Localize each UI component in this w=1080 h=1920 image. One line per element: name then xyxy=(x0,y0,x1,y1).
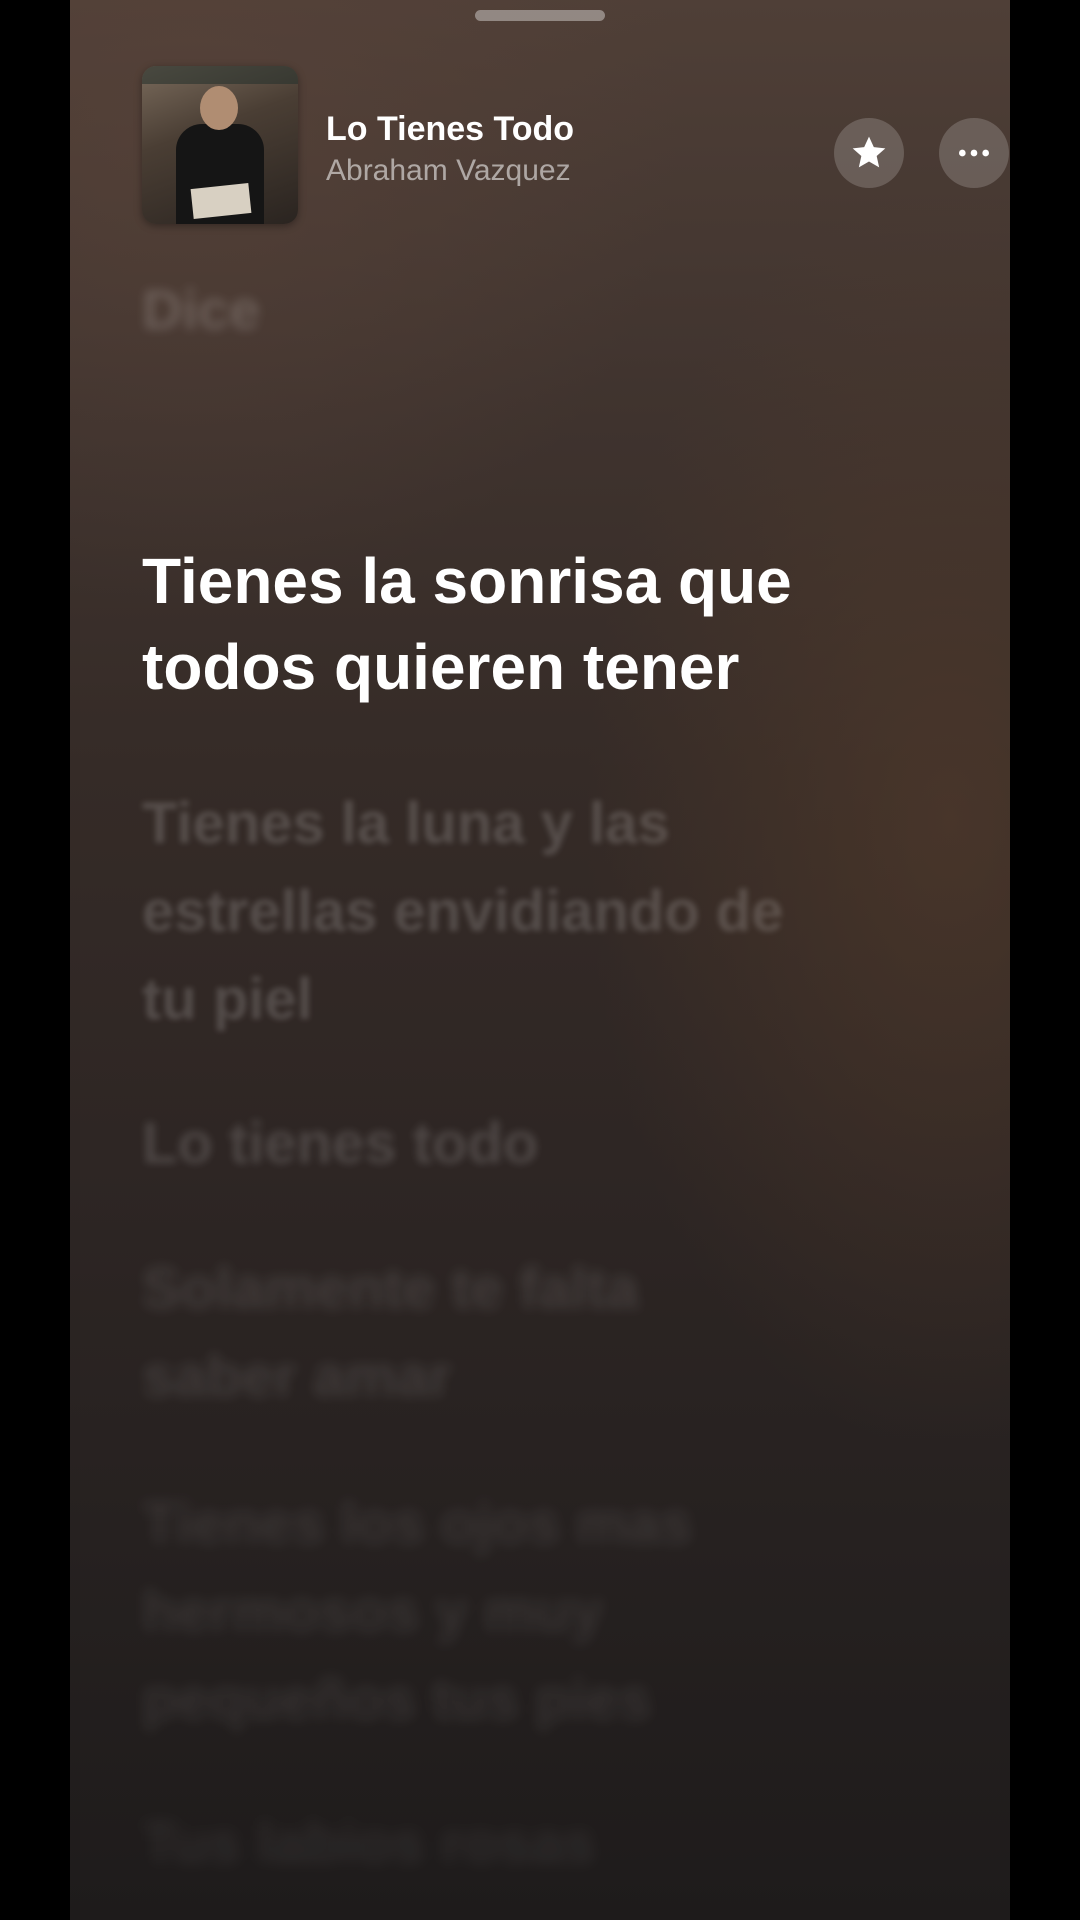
lyrics-screen: Lo Tienes Todo Abraham Vazquez Dice Tien… xyxy=(70,0,1010,1920)
song-artist[interactable]: Abraham Vazquez xyxy=(326,154,571,188)
song-title: Lo Tienes Todo xyxy=(326,110,575,148)
lyric-line-upcoming[interactable]: Tienes la luna y las estrellas envidiand… xyxy=(142,780,783,1044)
favorite-button[interactable] xyxy=(834,118,904,188)
lyric-line-current[interactable]: Tienes la sonrisa que todos quieren tene… xyxy=(142,538,792,710)
lyric-text: Dice xyxy=(142,278,261,341)
more-button[interactable] xyxy=(939,118,1009,188)
lyric-text: estrellas envidiando de xyxy=(142,879,784,944)
artwork-background xyxy=(142,66,298,84)
lyric-text: pequeños tus pies xyxy=(142,1667,652,1732)
lyric-text: Tienes la luna y las xyxy=(142,791,670,856)
artwork-book xyxy=(190,183,252,219)
lyric-text: Lo tienes todo xyxy=(142,1111,539,1176)
lyric-text: Tienes los ojos mas xyxy=(142,1491,693,1556)
artwork-figure-head xyxy=(200,86,238,130)
lyric-text: hermosos y muy xyxy=(142,1579,603,1644)
lyric-line-upcoming[interactable]: Tus labios rosas xyxy=(142,1800,595,1888)
lyric-line-previous[interactable]: Dice xyxy=(142,270,260,350)
sheet-grabber[interactable] xyxy=(475,10,605,21)
lyric-text: Tienes la sonrisa que xyxy=(142,545,792,617)
now-playing-header: Lo Tienes Todo Abraham Vazquez xyxy=(142,66,1009,224)
lyric-text: Solamente te falta xyxy=(142,1256,639,1321)
lyric-text: Tus labios rosas xyxy=(142,1811,596,1876)
star-icon xyxy=(852,136,886,168)
lyric-text: saber amar xyxy=(142,1344,452,1409)
lyric-line-upcoming[interactable]: Tienes los ojos mas hermosos y muy peque… xyxy=(142,1480,692,1744)
lyric-text: todos quieren tener xyxy=(142,631,740,703)
ellipsis-icon xyxy=(959,149,989,157)
album-artwork[interactable] xyxy=(142,66,298,224)
lyric-line-upcoming[interactable]: Solamente te falta saber amar xyxy=(142,1245,638,1421)
lyric-text: tu piel xyxy=(142,967,313,1032)
lyric-line-upcoming[interactable]: Lo tienes todo xyxy=(142,1100,538,1188)
